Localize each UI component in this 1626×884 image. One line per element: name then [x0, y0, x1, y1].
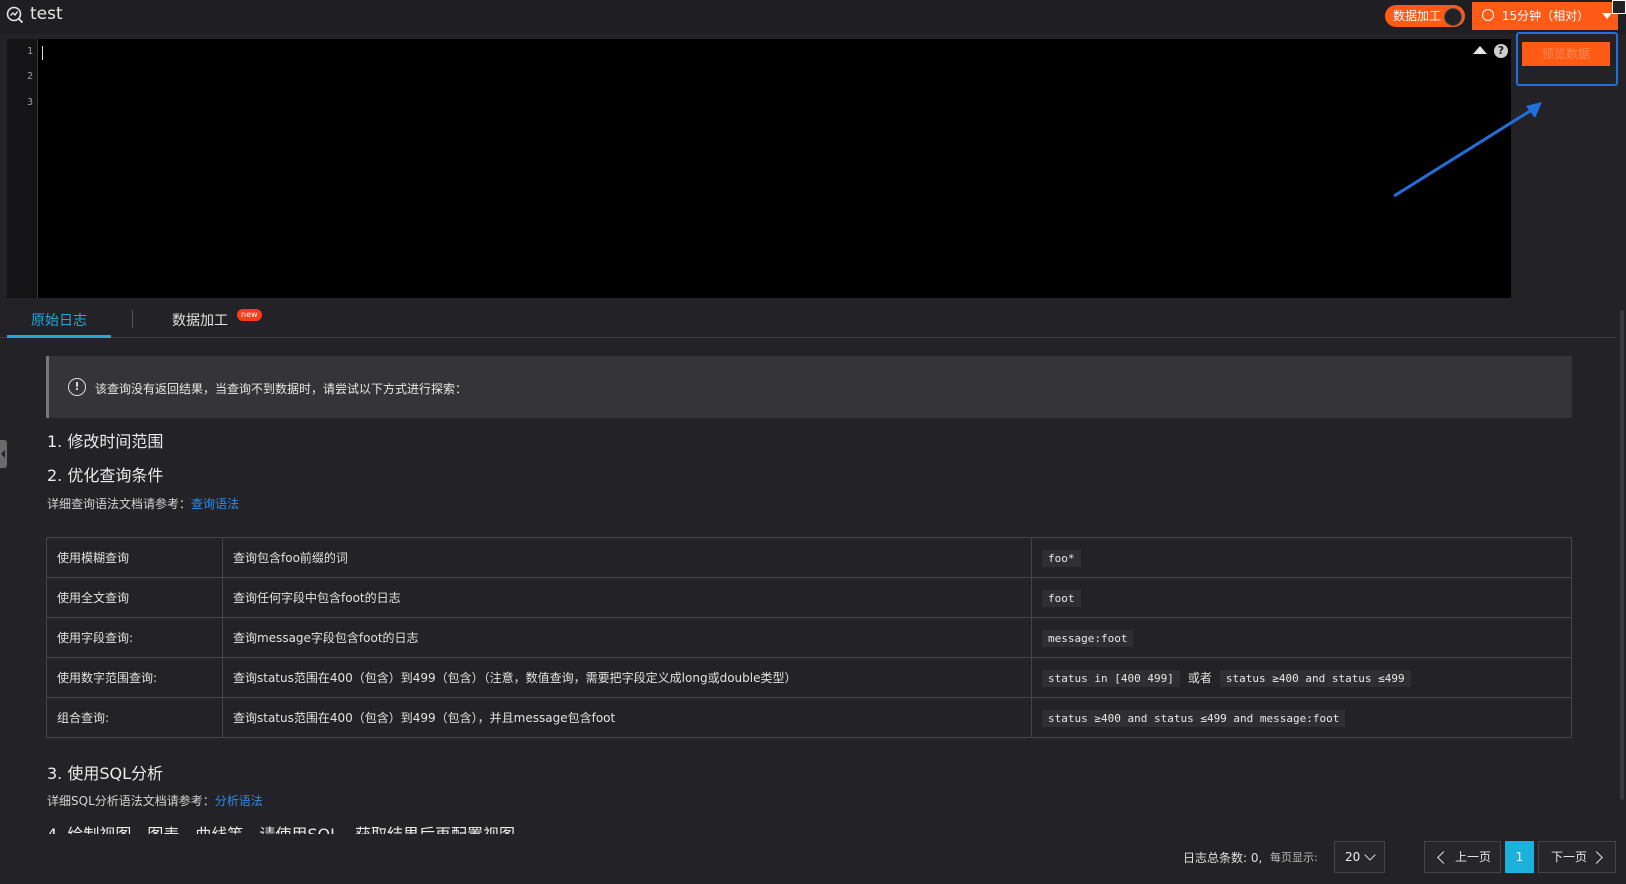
table-row: 使用数字范围查询: 查询status范围在400（包含）到499（包含）（注意，…	[46, 657, 1572, 698]
table-row: 组合查询: 查询status范围在400（包含）到499（包含），并且messa…	[46, 697, 1572, 738]
toggle-knob	[1444, 8, 1462, 26]
tab-data-processing[interactable]: 数据加工	[172, 310, 228, 330]
row-example-cell: status ≥400 and status ≤499 and message:…	[1031, 697, 1572, 738]
caret-down-icon	[1602, 13, 1612, 19]
next-page-button[interactable]: 下一页	[1538, 841, 1616, 873]
data-processing-toggle-label: 数据加工	[1393, 9, 1442, 23]
row-description: 查询status范围在400（包含）到499（包含）（注意，数值查询，需要把字段…	[222, 657, 1032, 698]
table-row: 使用字段查询: 查询message字段包含foot的日志 message:foo…	[46, 617, 1572, 658]
help-icon[interactable]: ?	[1494, 44, 1508, 58]
time-range-label: 15分钟（相对）	[1501, 9, 1590, 23]
info-icon: !	[68, 378, 86, 396]
query-examples-table: 使用模糊查询 查询包含foo前缀的词 foo* 使用全文查询 查询任何字段中包含…	[46, 537, 1572, 738]
tab-divider	[132, 310, 133, 328]
row-name: 组合查询:	[46, 697, 223, 738]
query-editor[interactable]: 1 2 3 ?	[7, 39, 1511, 298]
active-tab-indicator	[7, 335, 111, 338]
row-example-cell: message:foot	[1031, 617, 1572, 658]
example-code-alt: status ≥400 and status ≤499	[1219, 670, 1411, 687]
example-code: status in [400 499]	[1042, 670, 1180, 687]
line-number: 3	[26, 97, 33, 108]
alert-text: 该查询没有返回结果，当查询不到数据时，请尝试以下方式进行探索：	[95, 382, 468, 396]
search-chart-icon	[6, 6, 24, 24]
row-example-cell: foot	[1031, 577, 1572, 618]
section-title-charts: 4. 绘制视图，图表，曲线等，请使用SQL，获取结果后再配置视图	[47, 821, 747, 834]
table-row: 使用模糊查询 查询包含foo前缀的词 foo*	[46, 537, 1572, 578]
next-page-label: 下一页	[1551, 850, 1588, 864]
section-title-query-conditions: 2. 优化查询条件	[47, 466, 164, 485]
total-count-text: 日志总条数: 0,	[1183, 851, 1263, 865]
row-name: 使用数字范围查询:	[46, 657, 223, 698]
row-description: 查询message字段包含foot的日志	[222, 617, 1032, 658]
page-number-button[interactable]: 1	[1505, 841, 1534, 873]
collapse-up-icon[interactable]	[1473, 46, 1487, 54]
row-name: 使用全文查询	[46, 577, 223, 618]
or-text: 或者	[1187, 671, 1212, 685]
row-example-cell: status in [400 499] 或者 status ≥400 and sta…	[1031, 657, 1572, 698]
new-badge: new	[237, 309, 262, 321]
query-syntax-link[interactable]: 查询语法	[191, 497, 239, 511]
result-tabs: 原始日志 数据加工 new	[0, 304, 1616, 338]
sql-syntax-note-text: 详细SQL分析语法文档请参考：	[47, 794, 215, 808]
no-results-alert: ! 该查询没有返回结果，当查询不到数据时，请尝试以下方式进行探索：	[46, 356, 1572, 418]
row-description: 查询status范围在400（包含）到499（包含），并且message包含fo…	[222, 697, 1032, 738]
page-size-value: 20	[1345, 850, 1361, 864]
window-corner-box	[1612, 0, 1626, 14]
top-bar: test 数据加工 15分钟（相对）	[0, 0, 1626, 34]
example-code: status ≥400 and status ≤499 and message:…	[1042, 709, 1346, 727]
tab-raw-logs[interactable]: 原始日志	[31, 310, 87, 330]
example-code: message:foot	[1042, 629, 1134, 647]
clock-icon	[1482, 9, 1494, 21]
editor-gutter: 1 2 3	[7, 39, 38, 298]
per-page-label: 每页显示:	[1270, 851, 1318, 864]
example-code: foot	[1042, 589, 1081, 607]
line-number: 1	[26, 46, 33, 57]
sql-syntax-note: 详细SQL分析语法文档请参考：分析语法	[47, 792, 263, 809]
query-syntax-note-text: 详细查询语法文档请参考：	[47, 497, 192, 511]
sidebar-collapse-handle[interactable]	[0, 440, 7, 468]
time-range-picker[interactable]: 15分钟（相对）	[1472, 2, 1618, 30]
chevron-down-icon	[1364, 849, 1376, 861]
chevron-left-icon	[1437, 851, 1450, 864]
example-code: foo*	[1042, 549, 1081, 567]
row-name: 使用字段查询:	[46, 617, 223, 658]
chevron-right-icon	[1590, 851, 1603, 864]
section-title-time-range: 1. 修改时间范围	[47, 432, 164, 451]
prev-page-label: 上一页	[1455, 850, 1492, 864]
row-name: 使用模糊查询	[46, 537, 223, 578]
query-syntax-note: 详细查询语法文档请参考：查询语法	[47, 495, 239, 512]
data-processing-toggle[interactable]: 数据加工	[1385, 5, 1465, 27]
text-cursor	[42, 46, 43, 60]
highlight-annotation-box	[1516, 32, 1618, 86]
annotation-arrow-icon	[1393, 102, 1542, 198]
vertical-scrollbar[interactable]	[1620, 310, 1624, 800]
app-title: test	[30, 4, 63, 24]
table-row: 使用全文查询 查询任何字段中包含foot的日志 foot	[46, 577, 1572, 618]
prev-page-button[interactable]: 上一页	[1424, 841, 1501, 873]
page-size-select[interactable]: 20	[1334, 841, 1385, 873]
section-title-sql: 3. 使用SQL分析	[47, 764, 164, 783]
row-example-cell: foo*	[1031, 537, 1572, 578]
row-description: 查询包含foo前缀的词	[222, 537, 1032, 578]
sql-syntax-link[interactable]: 分析语法	[215, 794, 263, 808]
line-number: 2	[26, 71, 33, 82]
row-description: 查询任何字段中包含foot的日志	[222, 577, 1032, 618]
